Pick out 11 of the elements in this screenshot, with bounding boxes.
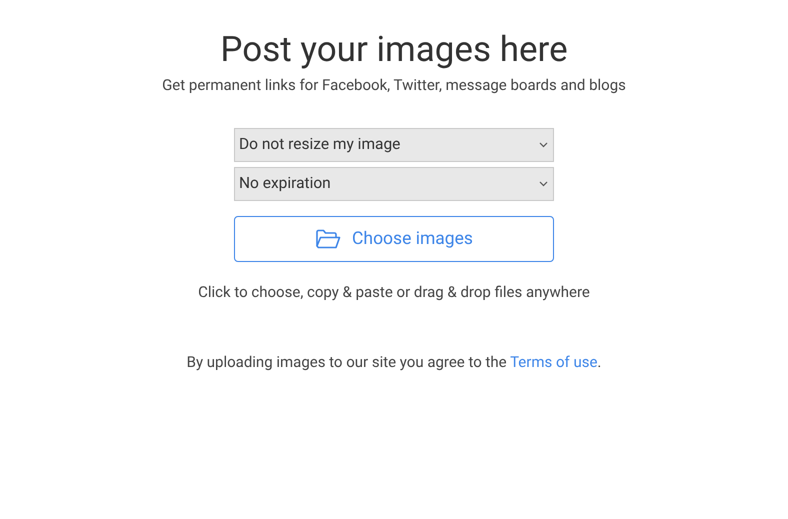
page-title: Post your images here — [220, 28, 568, 72]
choose-images-button[interactable]: Choose images — [234, 216, 554, 262]
terms-notice: By uploading images to our site you agree to the Terms of use. — [186, 352, 602, 372]
dropdown[interactable]: No expiration — [234, 167, 554, 201]
terms-link[interactable]: Terms of use — [510, 353, 598, 371]
chevron-down-icon — [539, 181, 548, 187]
subtitle: Get permanent links for Facebook, Twitter, message boards and blogs — [162, 75, 626, 95]
folder-icon — [315, 229, 342, 249]
dropdown[interactable]: Do not resize my image — [234, 128, 554, 162]
upload-hint: Click to choose, copy & paste or drag & drop files anywhere — [198, 282, 590, 302]
chevron-down-icon — [539, 142, 548, 148]
